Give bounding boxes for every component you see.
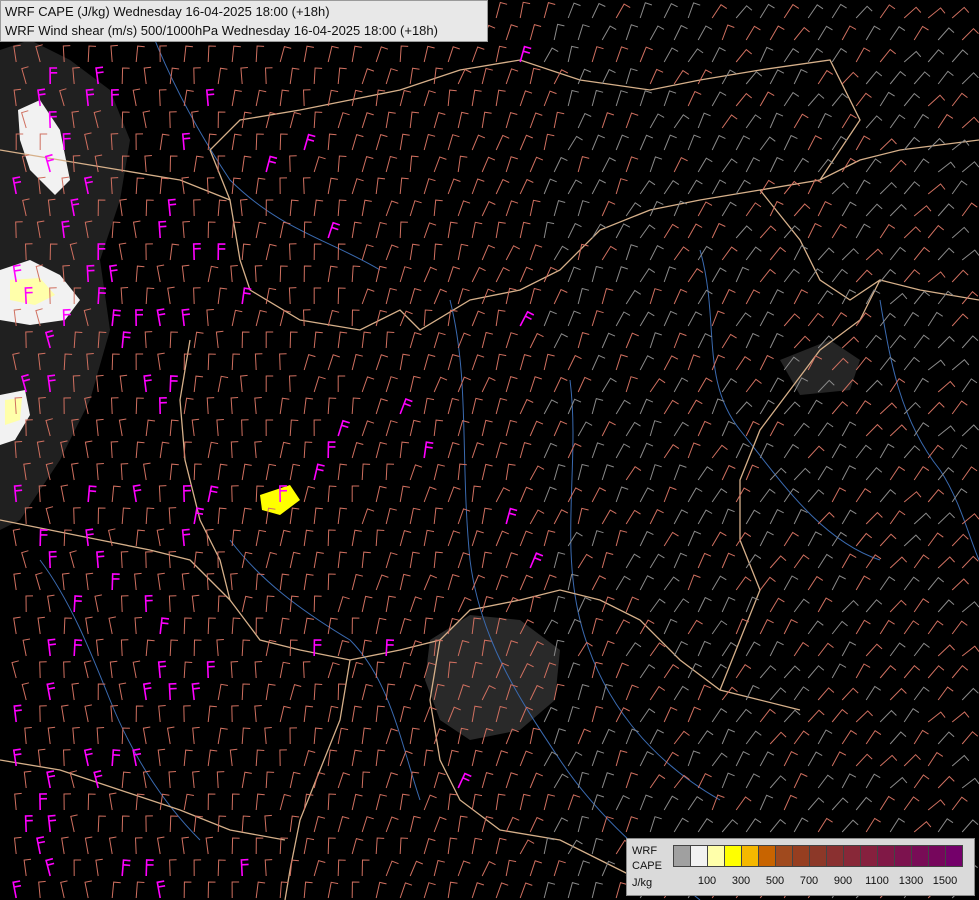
legend-tick-label: 1500 xyxy=(932,875,958,887)
legend-swatch xyxy=(877,845,895,867)
legend-label-model: WRF xyxy=(632,845,658,857)
cape-title: WRF CAPE (J/kg) Wednesday 16-04-2025 18:… xyxy=(5,4,330,19)
legend-swatch xyxy=(707,845,725,867)
legend-swatch xyxy=(724,845,742,867)
legend-swatch xyxy=(690,845,708,867)
wind-shear-title: WRF Wind shear (m/s) 500/1000hPa Wednesd… xyxy=(5,23,438,38)
legend-swatch xyxy=(758,845,776,867)
legend-tick-label: 100 xyxy=(697,875,717,887)
legend-swatch xyxy=(792,845,810,867)
legend-tick-label: 900 xyxy=(833,875,853,887)
legend-color-scale xyxy=(673,845,963,867)
legend-swatch xyxy=(911,845,929,867)
legend-swatch xyxy=(741,845,759,867)
legend-swatch xyxy=(775,845,793,867)
map-title-box: WRF CAPE (J/kg) Wednesday 16-04-2025 18:… xyxy=(0,0,488,42)
weather-map xyxy=(0,0,979,900)
legend-swatch xyxy=(826,845,844,867)
legend-tick-label: 1100 xyxy=(865,875,889,887)
legend-tick-label: 1300 xyxy=(898,875,924,887)
legend-label-parameter: CAPE xyxy=(632,860,662,872)
legend-swatch xyxy=(928,845,946,867)
legend-swatch xyxy=(894,845,912,867)
legend-swatch xyxy=(860,845,878,867)
legend-swatch xyxy=(673,845,691,867)
legend-tick-label: 500 xyxy=(765,875,785,887)
legend-swatch xyxy=(809,845,827,867)
legend-tick-label: 700 xyxy=(799,875,819,887)
legend-swatch xyxy=(945,845,963,867)
legend-label-unit: J/kg xyxy=(632,877,653,889)
cape-legend: WRF CAPE J/kg 100 300 500 700 900 1100 1300 150… xyxy=(626,838,975,896)
legend-swatch xyxy=(843,845,861,867)
legend-tick-label: 300 xyxy=(731,875,751,887)
